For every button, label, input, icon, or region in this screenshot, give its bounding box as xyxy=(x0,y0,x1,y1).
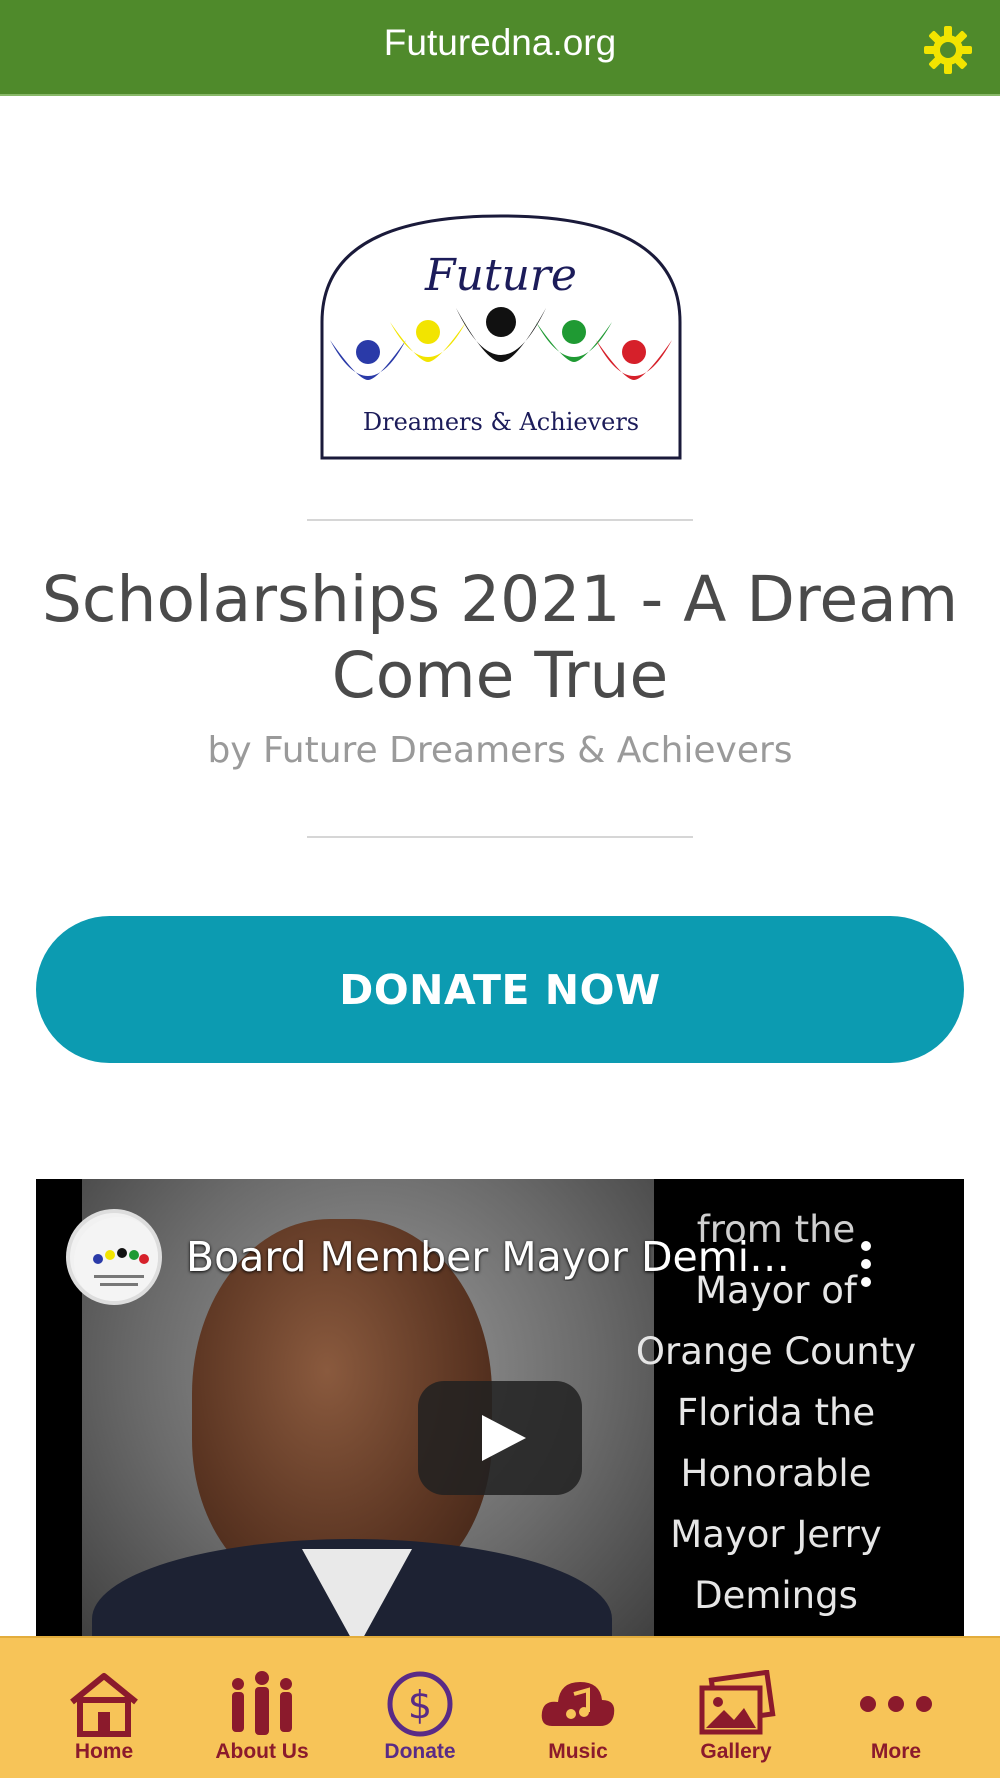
channel-avatar[interactable] xyxy=(66,1209,162,1305)
gear-icon[interactable] xyxy=(922,24,974,76)
nav-label: About Us xyxy=(215,1740,309,1763)
svg-text:$: $ xyxy=(408,1683,432,1727)
nav-label: Home xyxy=(74,1740,134,1763)
people-icon xyxy=(232,1671,292,1735)
more-icon xyxy=(860,1696,932,1712)
home-icon xyxy=(70,1673,138,1737)
logo-bottom-text: Dreamers & Achievers xyxy=(363,408,639,436)
campaign-title: Scholarships 2021 - A Dream Come True xyxy=(41,563,959,712)
caption-line: Honorable xyxy=(680,1452,872,1495)
caption-line: Mayor Jerry xyxy=(670,1513,882,1556)
caption-line: Demings xyxy=(694,1574,858,1617)
campaign-byline: by Future Dreamers & Achievers xyxy=(207,730,793,771)
more-vertical-icon[interactable] xyxy=(856,1239,876,1289)
logo-top-text: Future xyxy=(424,250,577,301)
donate-now-button[interactable]: DONATE NOW xyxy=(36,916,964,1063)
nav-about-us[interactable]: About Us xyxy=(182,1638,342,1778)
play-icon[interactable] xyxy=(418,1381,582,1495)
nav-label: Donate xyxy=(384,1740,456,1763)
nav-label: More xyxy=(870,1740,922,1763)
bottom-navigation: Home About Us $ Donate Music Gallery Mor… xyxy=(0,1636,1000,1778)
site-title: Futuredna.org xyxy=(383,22,617,63)
nav-home[interactable]: Home xyxy=(24,1638,184,1778)
nav-donate[interactable]: $ Donate xyxy=(340,1638,500,1778)
top-bar: Futuredna.org xyxy=(0,0,1000,96)
nav-label: Gallery xyxy=(700,1740,772,1763)
nav-label: Music xyxy=(548,1740,608,1763)
video-player[interactable]: from the Mayor of Orange County Florida … xyxy=(36,1179,964,1649)
caption-line: Florida the xyxy=(676,1391,876,1434)
dollar-icon: $ xyxy=(387,1671,453,1737)
video-title[interactable]: Board Member Mayor Demings... xyxy=(186,1233,806,1281)
nav-music[interactable]: Music xyxy=(498,1638,658,1778)
nav-gallery[interactable]: Gallery xyxy=(656,1638,816,1778)
organization-logo: Future Dreamers & Achievers xyxy=(320,214,682,460)
nav-more[interactable]: More xyxy=(816,1638,976,1778)
caption-line: Orange County xyxy=(635,1330,917,1373)
divider-top xyxy=(307,519,693,521)
divider-bottom xyxy=(307,836,693,838)
music-cloud-icon xyxy=(541,1682,615,1726)
gallery-icon xyxy=(699,1670,776,1735)
